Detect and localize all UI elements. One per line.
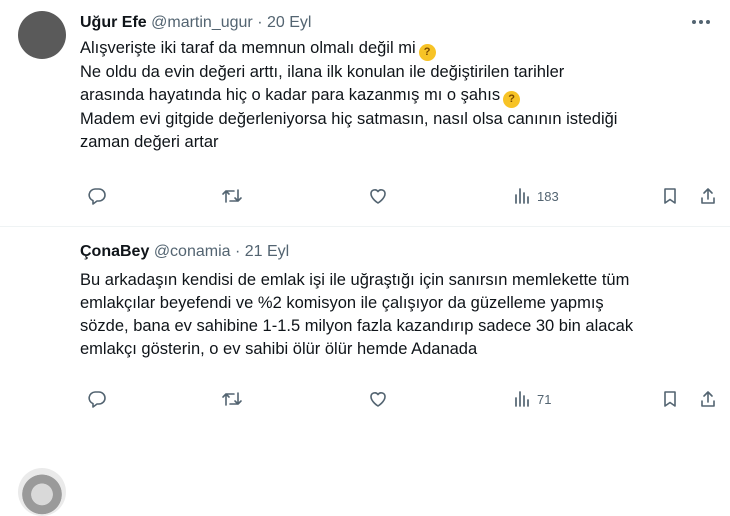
tweet[interactable]: ÇonaBey @conamia · 21 Eyl Bu arkadaşın k… xyxy=(0,227,730,516)
tweet-line: Madem evi gitgide değerleniyorsa hiç sat… xyxy=(80,110,618,128)
views-count: 71 xyxy=(537,391,552,407)
tweet-actions: 71 xyxy=(80,389,720,409)
tweet-line: zaman değeri artar xyxy=(80,133,219,151)
reply-icon xyxy=(88,188,106,205)
share-button[interactable] xyxy=(699,187,717,205)
views-button[interactable]: 183 xyxy=(513,187,559,205)
avatar[interactable] xyxy=(18,468,66,516)
tweet-date[interactable]: 20 Eyl xyxy=(267,14,311,31)
user-handle[interactable]: @martin_ugur xyxy=(151,14,253,31)
bookmark-button[interactable] xyxy=(662,187,678,205)
user-handle[interactable]: @conamia xyxy=(154,243,231,260)
views-count: 183 xyxy=(537,188,559,204)
separator: · xyxy=(234,243,241,260)
views-icon xyxy=(515,391,529,407)
heart-icon xyxy=(370,189,386,204)
tweet-header: Uğur Efe @martin_ugur · 20 Eyl xyxy=(80,13,311,33)
tweet-text: Bu arkadaşın kendisi de emlak işi ile uğ… xyxy=(80,269,715,361)
tweet-line: Ne oldu da evin değeri arttı, ilana ilk … xyxy=(80,63,565,81)
share-button[interactable] xyxy=(699,390,717,408)
tweet-actions: 183 xyxy=(80,186,720,206)
more-options-icon[interactable] xyxy=(688,12,714,32)
tweet-text: Alışverişte iki taraf da memnun olmalı d… xyxy=(80,37,715,154)
heart-icon xyxy=(370,392,386,407)
avatar[interactable] xyxy=(18,11,66,59)
reply-button[interactable] xyxy=(87,390,107,408)
user-name[interactable]: Uğur Efe xyxy=(80,14,147,31)
bookmark-button[interactable] xyxy=(662,390,678,408)
tweet-line: arasında hayatında hiç o kadar para kaza… xyxy=(80,86,501,104)
views-button[interactable]: 71 xyxy=(513,390,551,408)
tweet-line: Bu arkadaşın kendisi de emlak işi ile uğ… xyxy=(80,271,630,289)
like-button[interactable] xyxy=(368,390,388,408)
thinking-face-icon: ? xyxy=(418,44,436,61)
tweet-header: ÇonaBey @conamia · 21 Eyl xyxy=(80,242,289,262)
tweet-date[interactable]: 21 Eyl xyxy=(245,243,289,260)
bookmark-icon xyxy=(664,391,676,407)
reply-button[interactable] xyxy=(87,187,107,205)
tweet-line: Alışverişte iki taraf da memnun olmalı d… xyxy=(80,39,416,57)
tweet-line: emlakçı gösterin, o ev sahibi ölür ölür … xyxy=(80,340,478,358)
tweet[interactable]: Uğur Efe @martin_ugur · 20 Eyl Alışveriş… xyxy=(0,0,730,227)
views-icon xyxy=(515,188,529,204)
share-icon xyxy=(701,188,715,204)
retweet-button[interactable] xyxy=(221,390,243,408)
retweet-icon xyxy=(222,392,242,406)
retweet-icon xyxy=(222,189,242,203)
like-button[interactable] xyxy=(368,187,388,205)
thinking-face-icon: ? xyxy=(503,91,521,108)
tweet-line: emlakçılar beyefendi ve %2 komisyon ile … xyxy=(80,294,604,312)
reply-icon xyxy=(88,391,106,408)
share-icon xyxy=(701,391,715,407)
tweet-line: sözde, bana ev sahibine 1-1.5 milyon faz… xyxy=(80,317,634,335)
separator: · xyxy=(257,14,263,31)
retweet-button[interactable] xyxy=(221,187,243,205)
bookmark-icon xyxy=(664,188,676,204)
user-name[interactable]: ÇonaBey xyxy=(80,243,149,260)
